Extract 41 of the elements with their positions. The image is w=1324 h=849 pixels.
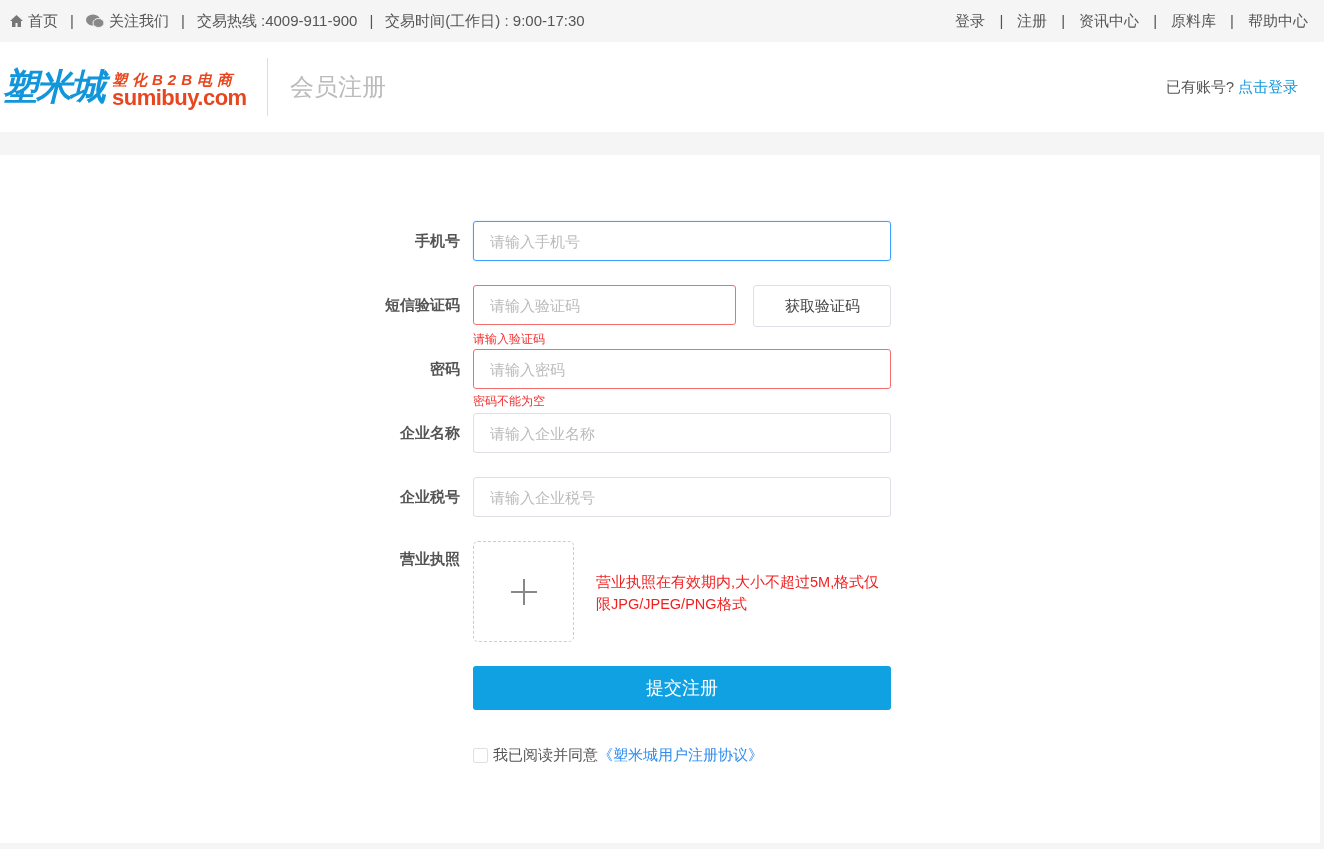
- logo-name: 塑米城: [2, 65, 110, 109]
- home-icon: [10, 15, 23, 27]
- field-label: 企业税号: [399, 487, 461, 507]
- top-link[interactable]: 首页: [28, 9, 58, 33]
- chat-bubbles-icon: [85, 14, 104, 28]
- field-label: 营业执照: [399, 549, 461, 569]
- plus-icon: [510, 578, 537, 605]
- input-field[interactable]: 请输入手机号: [473, 221, 891, 261]
- top-link[interactable]: 关注我们: [108, 9, 169, 33]
- top-link[interactable]: 资讯中心: [1079, 9, 1140, 33]
- top-link[interactable]: 帮助中心: [1248, 9, 1308, 33]
- field-label: 密码: [429, 359, 461, 379]
- separator: |: [1153, 10, 1158, 31]
- field-label: 企业名称: [399, 423, 461, 443]
- page-title: 会员注册: [289, 72, 386, 102]
- agreement-text: 我已阅读并同意: [493, 745, 598, 765]
- get-code-button[interactable]: 获取验证码: [753, 285, 891, 327]
- field-label: 短信验证码: [384, 295, 461, 315]
- separator: |: [1061, 10, 1066, 31]
- upload-box[interactable]: [473, 541, 574, 642]
- separator: |: [1230, 10, 1234, 31]
- input-field[interactable]: 请输入验证码: [473, 285, 736, 325]
- separator: |: [70, 10, 74, 31]
- field-label: 手机号: [414, 231, 461, 251]
- error-message: 密码不能为空: [473, 394, 546, 408]
- top-link[interactable]: 注册: [1017, 9, 1048, 33]
- separator: |: [999, 10, 1004, 31]
- separator: |: [369, 10, 374, 31]
- upload-hint: 营业执照在有效期内,大小不超过5M,格式仅限JPG/JPEG/PNG格式: [596, 573, 881, 614]
- top-link[interactable]: 交易时间(工作日) : 9:00-17:30: [385, 9, 585, 33]
- top-link[interactable]: 交易热线 :4009-911-900: [196, 9, 358, 33]
- agreement-checkbox[interactable]: [473, 747, 488, 763]
- agreement-link[interactable]: 《塑米城用户注册协议》: [598, 744, 763, 767]
- input-field[interactable]: 请输入密码: [473, 349, 891, 389]
- separator: |: [180, 10, 185, 31]
- top-link[interactable]: 登录: [955, 9, 986, 33]
- login-prompt: 已有账号?: [1165, 77, 1234, 95]
- logo-tagline: 塑化B2B电商: [112, 71, 237, 87]
- logo-domain: sumibuy.com: [112, 86, 247, 109]
- top-link[interactable]: 原料库: [1171, 9, 1217, 33]
- error-message: 请输入验证码: [473, 332, 546, 346]
